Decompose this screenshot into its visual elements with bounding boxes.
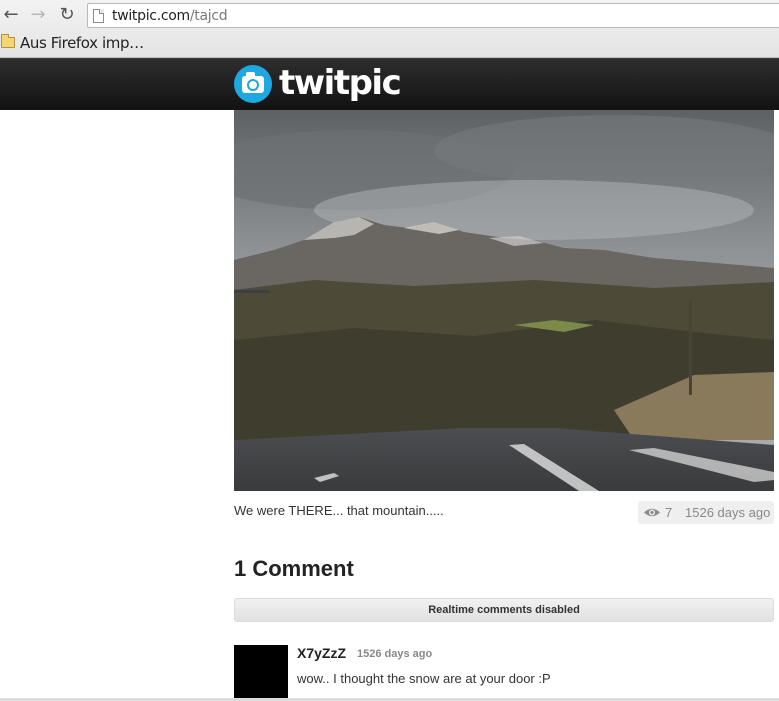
main-photo[interactable] (234, 110, 774, 491)
photo-caption: We were THERE... that mountain..... (234, 503, 444, 518)
comment-timestamp: 1526 days ago (357, 648, 433, 660)
photo-age: 1526 days ago (685, 505, 771, 520)
bookmark-label: Aus Firefox imp… (20, 34, 144, 52)
realtime-comments-notice: Realtime comments disabled (234, 598, 774, 622)
address-bar[interactable]: twitpic.com/tajcd (87, 3, 779, 28)
browser-toolbar: ← → ↻ twitpic.com/tajcd Aus Firefox imp… (0, 0, 779, 58)
reload-icon[interactable]: ↻ (56, 4, 78, 26)
avatar[interactable] (234, 645, 288, 699)
folder-icon (1, 34, 15, 48)
url-text: twitpic.com/tajcd (112, 8, 228, 24)
page-icon (93, 9, 104, 23)
forward-arrow-icon[interactable]: → (27, 4, 49, 26)
eye-icon (644, 508, 660, 517)
back-arrow-icon[interactable]: ← (0, 4, 22, 26)
view-count: 7 (665, 505, 673, 520)
comment-text: wow.. I thought the snow are at your doo… (297, 671, 551, 686)
comment-username[interactable]: X7yZzZ (297, 645, 346, 661)
comments-heading: 1 Comment (234, 556, 354, 581)
photo-stats: 7 1526 days ago (638, 501, 774, 524)
site-header: twitpic (0, 58, 779, 110)
url-path: /tajcd (189, 8, 228, 24)
url-host: twitpic.com (112, 8, 190, 24)
site-logo[interactable]: twitpic (279, 63, 402, 103)
camera-logo-icon[interactable] (234, 65, 272, 103)
